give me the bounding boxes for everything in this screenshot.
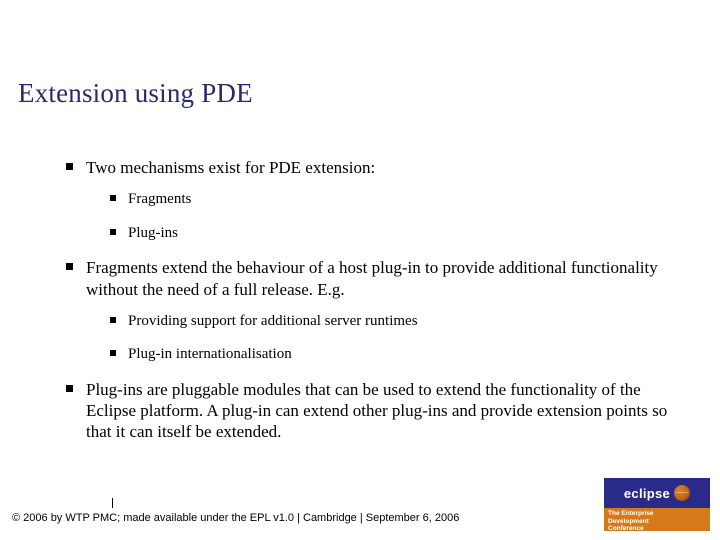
slide-title: Extension using PDE [18,78,702,109]
logo-top: eclipse [604,478,710,508]
sub-bullet-item: Plug-in internationalisation [110,345,674,365]
slide-body: Two mechanisms exist for PDE extension: … [18,157,702,443]
bullet-text: Plug-in internationalisation [128,346,292,362]
footer-copyright: © 2006 by WTP PMC; made available under … [12,512,459,524]
bullet-text: Fragments [128,191,191,207]
sub-bullet-item: Fragments [110,190,674,210]
eclipse-world-logo: eclipse The Enterprise Development Confe… [604,478,710,532]
logo-tagline: The Enterprise Development Conference [604,508,710,531]
footer-divider [112,498,113,508]
sub-bullet-item: Providing support for additional server … [110,312,674,332]
bullet-text: Plug-ins [128,225,178,241]
logo-tagline-line: Conference [608,525,706,533]
bullet-item: Fragments extend the behaviour of a host… [66,257,674,365]
logo-brand-text: eclipse [624,486,670,501]
logo-tagline-line: The Enterprise [608,510,706,518]
bullet-item: Two mechanisms exist for PDE extension: … [66,157,674,243]
bullet-text: Plug-ins are pluggable modules that can … [86,380,667,442]
bullet-text: Fragments extend the behaviour of a host… [86,258,658,298]
logo-tagline-line: Development [608,518,706,526]
bullet-text: Providing support for additional server … [128,313,418,329]
sub-bullet-item: Plug-ins [110,224,674,244]
bullet-text: Two mechanisms exist for PDE extension: [86,158,375,177]
slide: Extension using PDE Two mechanisms exist… [0,0,720,443]
globe-icon [674,485,690,501]
bullet-item: Plug-ins are pluggable modules that can … [66,379,674,443]
